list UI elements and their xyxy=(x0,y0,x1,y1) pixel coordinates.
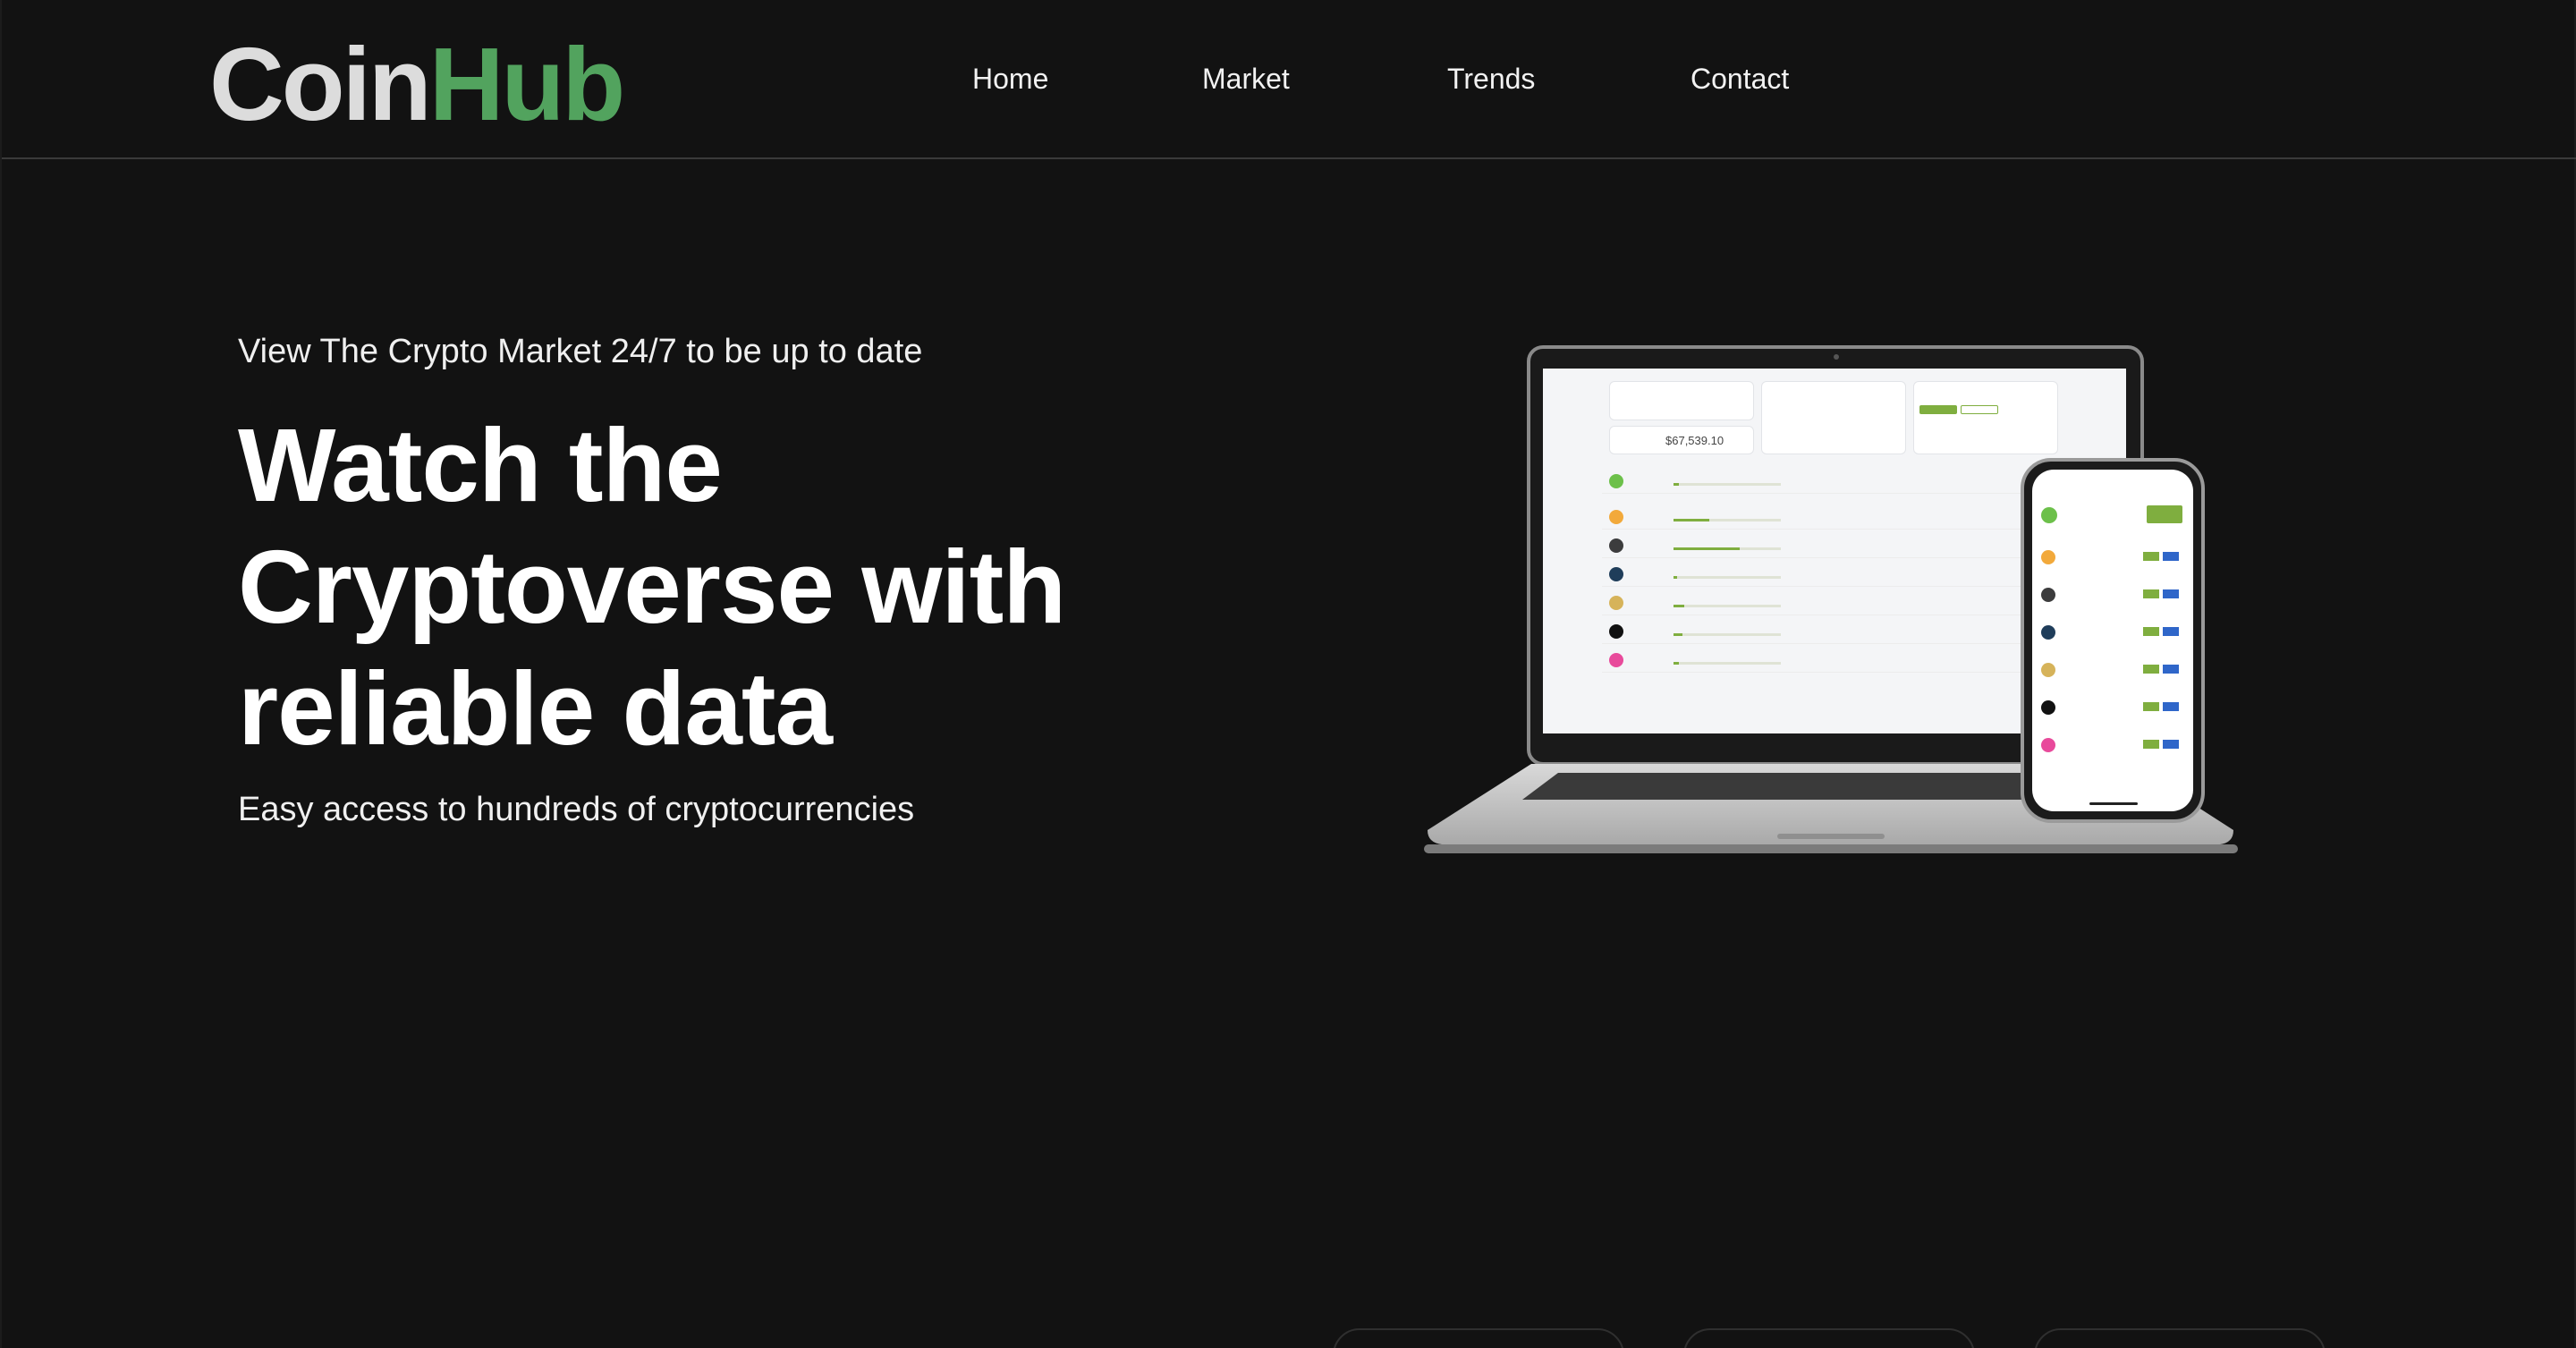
logo-hub-text: Hub xyxy=(428,26,625,142)
coinhub-logo[interactable]: CoinHub xyxy=(209,26,625,142)
logo-coin-text: Coin xyxy=(209,26,432,142)
phone-bitcoin-icon xyxy=(2041,550,2055,564)
nav-contact-link[interactable]: Contact xyxy=(1690,57,1789,100)
uniswap-icon xyxy=(1609,653,1623,667)
hero-eyebrow: View The Crypto Market 24/7 to be up to … xyxy=(238,333,923,370)
phone-dogecoin-icon xyxy=(2041,663,2055,677)
ethereum-icon xyxy=(1609,538,1623,553)
phone-cardano-icon xyxy=(2041,625,2055,640)
feature-card-1[interactable] xyxy=(1333,1328,1624,1348)
hero-headline-line-1: Watch the xyxy=(238,407,723,523)
devices-illustration: $67,539.10 xyxy=(1419,340,2242,877)
portfolio-value: $67,539.10 xyxy=(1665,434,1724,447)
bitcoin-icon xyxy=(1609,510,1623,524)
page: CoinHub Home Market Trends Contact View … xyxy=(0,0,2576,1348)
dogecoin-icon xyxy=(1609,596,1623,610)
feature-card-3[interactable] xyxy=(2034,1328,2326,1348)
phone-home-indicator xyxy=(2089,802,2138,805)
phone-uniswap-icon xyxy=(2041,738,2055,752)
support-card xyxy=(1913,381,2058,454)
phone-ethereum-icon xyxy=(2041,588,2055,602)
hero-headline: Watch the Cryptoverse with reliable data xyxy=(238,404,1132,769)
phone-illustration xyxy=(2021,458,2205,823)
nav-market-link[interactable]: Market xyxy=(1202,57,1290,100)
feature-card-2[interactable] xyxy=(1683,1328,1975,1348)
site-header: CoinHub Home Market Trends Contact xyxy=(2,0,2576,159)
laptop-camera xyxy=(1834,354,1839,360)
nav-trends-link[interactable]: Trends xyxy=(1447,57,1535,100)
phone-polkadot-icon xyxy=(2041,700,2055,715)
phone-add-funds-button xyxy=(2147,505,2182,523)
cardano-icon xyxy=(1609,567,1623,581)
polkadot-icon xyxy=(1609,624,1623,639)
account-card xyxy=(1609,381,1754,420)
referral-card xyxy=(1761,381,1906,454)
nav-home-link[interactable]: Home xyxy=(972,57,1048,100)
phone-usd-icon xyxy=(2041,507,2057,523)
hero-headline-line-2: Cryptoverse with xyxy=(238,529,1066,645)
usd-icon xyxy=(1609,474,1623,488)
portfolio-card: $67,539.10 xyxy=(1609,426,1754,454)
phone-screen-dashboard xyxy=(2032,470,2193,811)
hero-subline: Easy access to hundreds of cryptocurrenc… xyxy=(238,791,915,828)
hero-headline-line-3: reliable data xyxy=(238,650,833,767)
